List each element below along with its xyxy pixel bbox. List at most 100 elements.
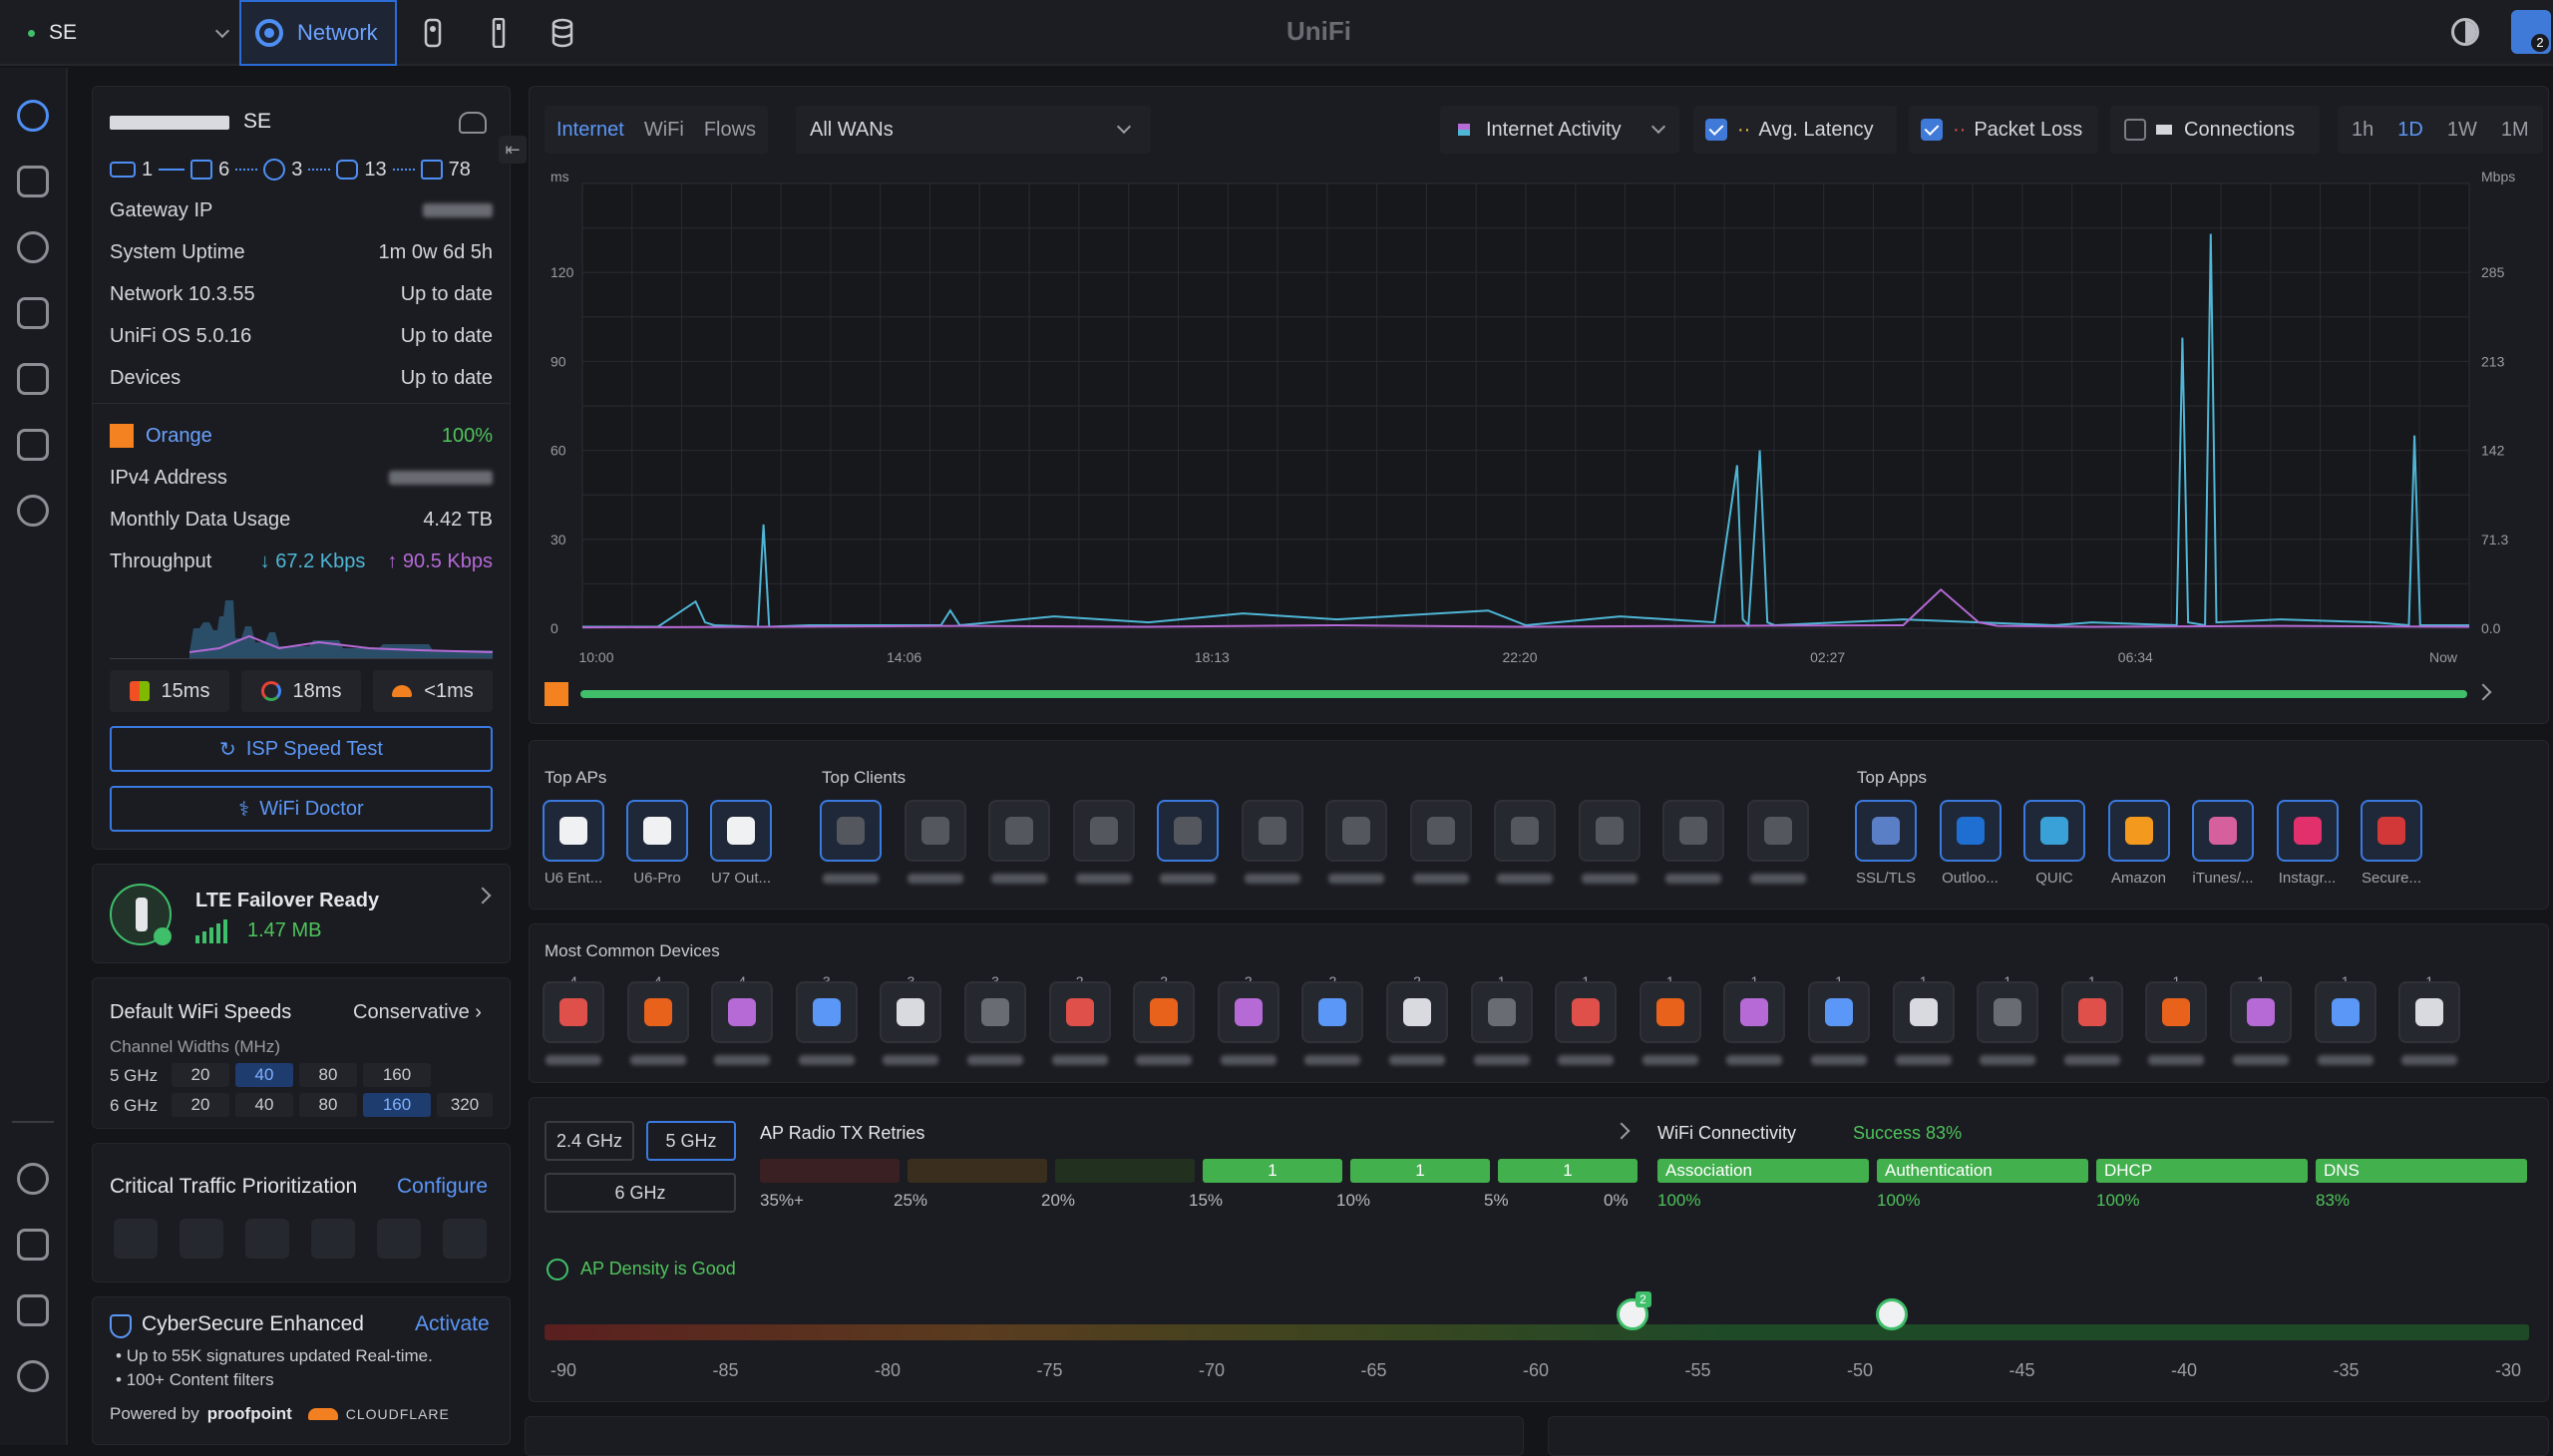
top-app[interactable]	[2361, 800, 2422, 862]
common-device[interactable]	[626, 981, 689, 1043]
top-client[interactable]	[904, 800, 966, 862]
common-device[interactable]	[543, 981, 604, 1043]
tools-icon[interactable]	[17, 1294, 49, 1326]
top-client[interactable]	[1409, 800, 1472, 862]
radio-manager-icon[interactable]	[17, 495, 49, 527]
unifi-devices-icon[interactable]	[17, 231, 49, 263]
top-client[interactable]	[1578, 800, 1641, 862]
activate-link[interactable]: Activate	[415, 1312, 490, 1336]
speedometer-icon[interactable]	[459, 112, 487, 134]
tab-flows[interactable]: Flows	[704, 119, 756, 142]
redacted-label	[546, 1055, 601, 1065]
site-selector[interactable]: SE	[18, 10, 230, 56]
top-app[interactable]	[2023, 800, 2085, 862]
range-1h[interactable]: 1h	[2352, 119, 2373, 142]
common-device[interactable]	[2060, 981, 2123, 1043]
internet-activity-dropdown[interactable]: Internet Activity	[1440, 106, 1679, 154]
chevron-down-icon	[1650, 119, 1666, 135]
top-app[interactable]	[2107, 800, 2170, 862]
wan-dropdown[interactable]: All WANs	[796, 106, 1151, 154]
settings-gear-icon[interactable]	[17, 1163, 49, 1195]
band-6ghz-button[interactable]: 6 GHz	[545, 1173, 736, 1213]
topology-icon[interactable]	[17, 166, 49, 197]
protect-camera-icon[interactable]	[421, 18, 445, 48]
access-reader-icon[interactable]	[487, 18, 511, 48]
common-device[interactable]	[2314, 981, 2376, 1043]
notifications-button[interactable]: 2	[2511, 10, 2551, 54]
tab-network[interactable]: Network	[239, 0, 397, 66]
isp-row[interactable]: Orange 100%	[110, 421, 493, 451]
storage-icon[interactable]	[550, 18, 574, 48]
common-device[interactable]	[1470, 981, 1533, 1043]
top-client[interactable]	[1746, 800, 1809, 862]
top-app-label: SSL/TLS	[1855, 870, 1917, 887]
top-ap[interactable]	[710, 800, 772, 862]
connections-toggle[interactable]: Connections	[2110, 106, 2320, 154]
range-1d[interactable]: 1D	[2397, 119, 2423, 142]
google-latency: 18ms	[241, 670, 361, 712]
common-device[interactable]	[711, 981, 774, 1043]
top-client[interactable]	[1325, 800, 1387, 862]
top-ap[interactable]	[543, 800, 604, 862]
top-client[interactable]	[1662, 800, 1724, 862]
common-device[interactable]	[1301, 981, 1364, 1043]
common-device[interactable]	[880, 981, 942, 1043]
common-device[interactable]	[1892, 981, 1955, 1043]
top-app[interactable]	[1855, 800, 1917, 862]
wifi-speeds-mode[interactable]: Conservative ›	[353, 1001, 482, 1024]
range-1m[interactable]: 1M	[2501, 119, 2529, 142]
top-ap[interactable]	[626, 800, 688, 862]
avg-latency-toggle[interactable]: ·· Avg. Latency	[1693, 106, 1897, 154]
range-1w[interactable]: 1W	[2447, 119, 2477, 142]
isp-speed-test-button[interactable]: ↻ ISP Speed Test	[110, 726, 493, 772]
packet-loss-toggle[interactable]: ·· Packet Loss	[1909, 106, 2098, 154]
top-client[interactable]	[1157, 800, 1219, 862]
legend-swatch	[2156, 125, 2172, 135]
ap-density-marker[interactable]: 2	[1616, 1291, 1651, 1330]
common-device[interactable]	[1133, 981, 1196, 1043]
common-device[interactable]	[2145, 981, 2208, 1043]
common-device[interactable]	[1639, 981, 1701, 1043]
common-device[interactable]	[1217, 981, 1279, 1043]
connections-checkbox[interactable]	[2124, 119, 2146, 141]
top-client[interactable]	[1494, 800, 1556, 862]
common-device[interactable]	[2398, 981, 2461, 1043]
avg-latency-checkbox[interactable]	[1705, 119, 1727, 141]
band-5ghz-button[interactable]: 5 GHz	[646, 1121, 736, 1161]
common-device[interactable]	[964, 981, 1026, 1043]
band-2-4ghz-button[interactable]: 2.4 GHz	[545, 1121, 634, 1161]
tab-internet[interactable]: Internet	[556, 119, 624, 142]
apps-icon[interactable]	[17, 363, 49, 395]
common-device[interactable]	[2230, 981, 2292, 1043]
ap-density-marker[interactable]	[1875, 1298, 1908, 1330]
tab-wifi[interactable]: WiFi	[644, 119, 684, 142]
configure-link[interactable]: Configure	[397, 1175, 488, 1199]
y-axis-right-label: Mbps	[2481, 169, 2515, 184]
common-device[interactable]	[1977, 981, 2039, 1043]
common-device[interactable]	[1555, 981, 1618, 1043]
alerts-icon[interactable]	[17, 1360, 49, 1392]
dashboard-icon[interactable]	[17, 100, 49, 132]
throughput-row: Throughput ↓ 67.2 Kbps ↑ 90.5 Kbps	[110, 549, 493, 572]
theme-toggle-icon[interactable]	[2451, 18, 2479, 46]
common-device[interactable]	[795, 981, 858, 1043]
top-app[interactable]	[1939, 800, 2002, 862]
top-app[interactable]	[2192, 800, 2254, 862]
packet-loss-checkbox[interactable]	[1921, 119, 1943, 141]
top-client[interactable]	[1241, 800, 1303, 862]
top-client[interactable]	[988, 800, 1050, 862]
logs-icon[interactable]	[17, 1229, 49, 1261]
common-device[interactable]	[1048, 981, 1111, 1043]
insights-icon[interactable]	[17, 429, 49, 461]
wifi-doctor-button[interactable]: ⚕ WiFi Doctor	[110, 786, 493, 832]
common-device[interactable]	[1723, 981, 1786, 1043]
top-client[interactable]	[820, 800, 882, 862]
wireless-clients-count: 13	[364, 158, 387, 181]
top-app[interactable]	[2276, 800, 2339, 862]
collapse-panel-button[interactable]: ⇤	[499, 136, 527, 164]
top-client[interactable]	[1072, 800, 1135, 862]
common-device[interactable]	[1808, 981, 1870, 1043]
common-device[interactable]	[1386, 981, 1448, 1043]
client-devices-icon[interactable]	[17, 297, 49, 329]
internet-activity-chart[interactable]: 120 90 60 30 0 285 213 142 71.3 0.0 10:00 14:06 18…	[545, 166, 2539, 674]
